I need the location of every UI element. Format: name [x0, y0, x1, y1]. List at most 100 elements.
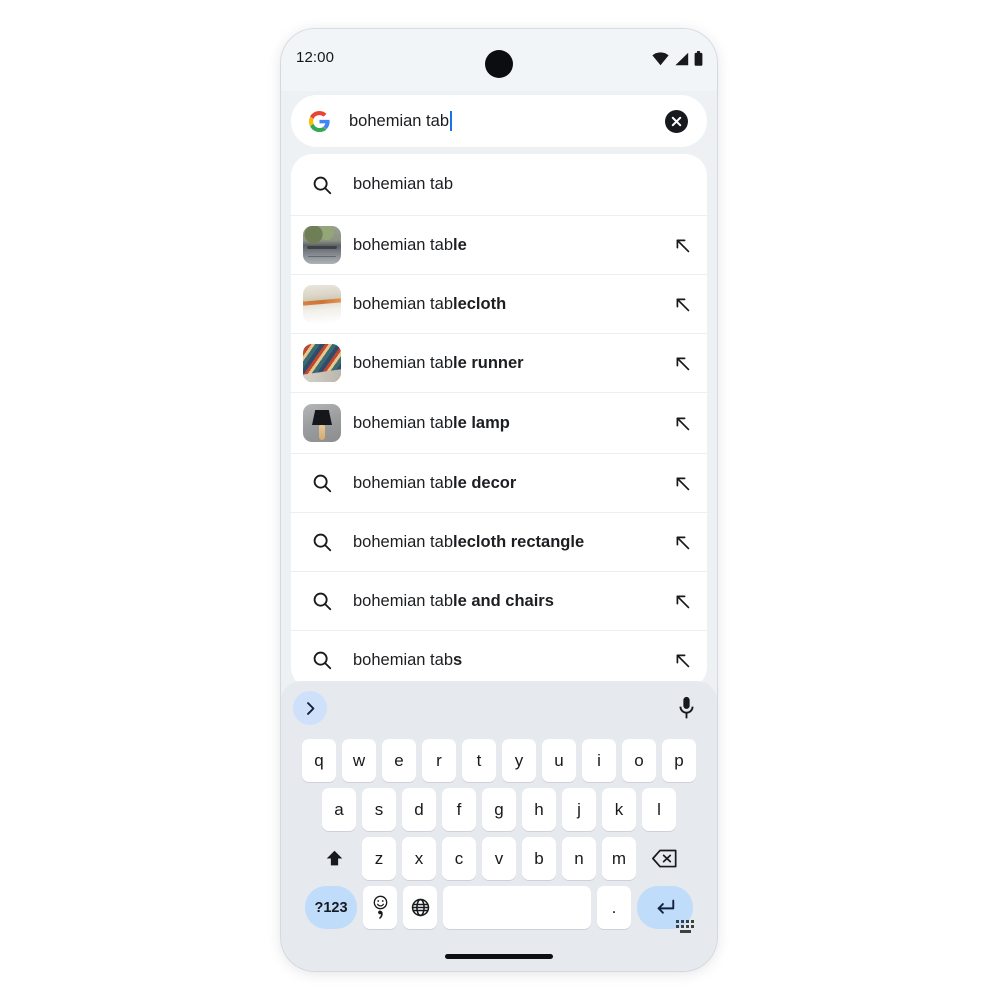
- key-l[interactable]: l: [642, 788, 676, 831]
- suggestion-leading: [291, 404, 353, 442]
- search-query-text: bohemian tab: [349, 111, 449, 130]
- list-item[interactable]: bohemian tab: [291, 154, 707, 215]
- front-camera-punchhole: [485, 50, 513, 78]
- list-item[interactable]: bohemian table lamp: [291, 392, 707, 453]
- key-f[interactable]: f: [442, 788, 476, 831]
- battery-icon: [694, 51, 703, 66]
- key-y[interactable]: y: [502, 739, 536, 782]
- key-a[interactable]: a: [322, 788, 356, 831]
- fill-query-button[interactable]: [657, 534, 707, 551]
- list-item-label: bohemian table and chairs: [353, 591, 554, 610]
- suggestion-leading: [291, 174, 353, 196]
- search-icon: [313, 651, 332, 670]
- key-k[interactable]: k: [602, 788, 636, 831]
- wifi-icon: [652, 51, 669, 65]
- emoji-key[interactable]: [363, 886, 397, 929]
- search-icon: [313, 474, 332, 493]
- fill-query-button[interactable]: [657, 355, 707, 372]
- key-g[interactable]: g: [482, 788, 516, 831]
- search-icon: [313, 592, 332, 611]
- key-j[interactable]: j: [562, 788, 596, 831]
- fill-query-button[interactable]: [657, 593, 707, 610]
- key-r[interactable]: r: [422, 739, 456, 782]
- voice-input-button[interactable]: [671, 692, 701, 724]
- arrow-northwest-icon: [676, 357, 689, 370]
- keyboard-switcher-button[interactable]: [675, 919, 697, 935]
- chevron-right-icon: [306, 701, 314, 715]
- key-p[interactable]: p: [662, 739, 696, 782]
- fill-query-button[interactable]: [657, 415, 707, 432]
- microphone-icon: [678, 696, 694, 719]
- key-s[interactable]: s: [362, 788, 396, 831]
- key-q[interactable]: q: [302, 739, 336, 782]
- key-i[interactable]: i: [582, 739, 616, 782]
- thumbnail-table-image: [303, 226, 341, 264]
- search-icon: [313, 533, 332, 552]
- close-icon: [671, 116, 682, 126]
- key-n[interactable]: n: [562, 837, 596, 880]
- key-z[interactable]: z: [362, 837, 396, 880]
- fill-query-button[interactable]: [657, 296, 707, 313]
- google-g-logo: [308, 110, 330, 132]
- home-gesture-bar[interactable]: [445, 954, 553, 959]
- list-item-label: bohemian table: [353, 235, 467, 254]
- list-item-label: bohemian tab: [353, 175, 453, 193]
- thumbnail-tablecloth-image: [303, 285, 341, 323]
- search-icon: [313, 176, 332, 194]
- key-u[interactable]: u: [542, 739, 576, 782]
- backspace-key[interactable]: [642, 837, 686, 880]
- onscreen-keyboard: q w e r t y u i o p a s d f g h j k l z …: [281, 681, 717, 971]
- period-key[interactable]: .: [597, 886, 631, 929]
- enter-return-icon: [657, 899, 674, 914]
- suggestion-leading: [291, 649, 353, 671]
- expand-toolbar-button[interactable]: [293, 691, 327, 725]
- clear-search-button[interactable]: [665, 109, 688, 133]
- key-w[interactable]: w: [342, 739, 376, 782]
- search-bar[interactable]: bohemian tab: [291, 95, 707, 147]
- key-o[interactable]: o: [622, 739, 656, 782]
- arrow-northwest-icon: [676, 239, 689, 252]
- screenshot-root: 12:00 bohemian tab bohemian tab bohemian…: [0, 0, 1000, 1000]
- list-item-label: bohemian tablecloth rectangle: [353, 532, 585, 551]
- list-item[interactable]: bohemian table decor: [291, 453, 707, 512]
- key-h[interactable]: h: [522, 788, 556, 831]
- arrow-northwest-icon: [676, 595, 689, 608]
- list-item[interactable]: bohemian table and chairs: [291, 571, 707, 630]
- space-key[interactable]: [443, 886, 591, 929]
- key-t[interactable]: t: [462, 739, 496, 782]
- key-c[interactable]: c: [442, 837, 476, 880]
- key-m[interactable]: m: [602, 837, 636, 880]
- emoji-icon: [373, 895, 387, 910]
- keyboard-switcher-icon: [676, 920, 694, 933]
- backspace-icon: [651, 849, 677, 868]
- thumbnail-table-runner-image: [303, 344, 341, 382]
- cellular-signal-icon: [675, 52, 689, 65]
- shift-key[interactable]: [312, 837, 356, 880]
- suggestion-leading: [291, 344, 353, 382]
- fill-query-button[interactable]: [657, 652, 707, 669]
- keyboard-toolbar: [281, 681, 717, 735]
- keyboard-row-2: a s d f g h j k l: [281, 788, 717, 831]
- search-input[interactable]: bohemian tab: [349, 111, 665, 131]
- suggestions-list: bohemian tab bohemian table bohemian tab…: [291, 154, 707, 689]
- list-item[interactable]: bohemian table runner: [291, 333, 707, 392]
- status-bar-clock: 12:00: [296, 49, 335, 66]
- key-b[interactable]: b: [522, 837, 556, 880]
- list-item[interactable]: bohemian tablecloth rectangle: [291, 512, 707, 571]
- key-d[interactable]: d: [402, 788, 436, 831]
- fill-query-button[interactable]: [657, 475, 707, 492]
- arrow-northwest-icon: [676, 654, 689, 667]
- list-item[interactable]: bohemian tablecloth: [291, 274, 707, 333]
- list-item-label: bohemian tablecloth: [353, 294, 507, 313]
- fill-query-button[interactable]: [657, 237, 707, 254]
- shift-icon: [326, 850, 342, 866]
- thumbnail-table-lamp-image: [303, 404, 341, 442]
- language-key[interactable]: [403, 886, 437, 929]
- key-x[interactable]: x: [402, 837, 436, 880]
- symbols-key[interactable]: ?123: [305, 886, 357, 929]
- list-item[interactable]: bohemian table: [291, 215, 707, 274]
- arrow-northwest-icon: [676, 298, 689, 311]
- text-caret: [450, 111, 452, 131]
- key-v[interactable]: v: [482, 837, 516, 880]
- key-e[interactable]: e: [382, 739, 416, 782]
